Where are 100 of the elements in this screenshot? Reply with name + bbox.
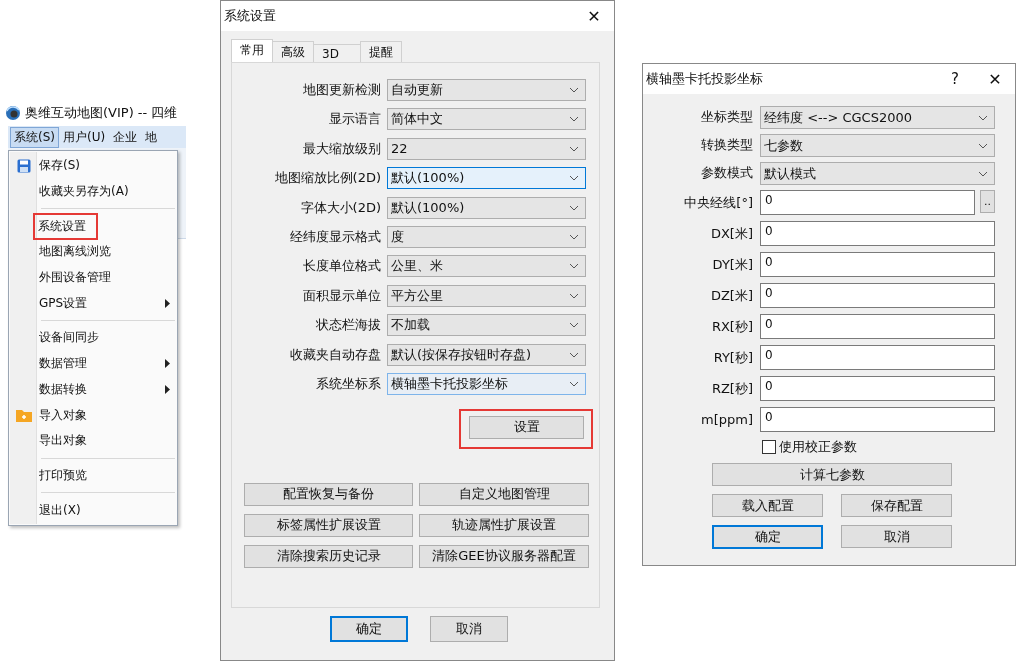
action-button[interactable]: 配置恢复与备份 xyxy=(244,482,413,506)
dropdown[interactable]: 自动更新 xyxy=(387,79,586,101)
input-field[interactable]: 0 xyxy=(760,376,995,401)
action-button[interactable]: 自定义地图管理 xyxy=(419,482,589,506)
dropdown[interactable]: 默认(100%) xyxy=(387,196,586,219)
chevron-down-icon xyxy=(569,204,579,211)
menu-item[interactable]: 设备间同步 xyxy=(39,327,99,349)
cancel-button[interactable]: 取消 xyxy=(429,616,508,642)
chevron-down-icon xyxy=(569,145,579,152)
field-label: 收藏夹自动存盘 xyxy=(289,345,381,364)
ok-button[interactable]: 确定 xyxy=(329,616,408,642)
field-label: 坐标类型 xyxy=(700,108,753,126)
dialog-title: 横轴墨卡托投影坐标 xyxy=(646,70,764,88)
dropdown[interactable]: 平方公里 xyxy=(387,284,586,307)
app-title: 奥维互动地图(VIP) -- 四维 xyxy=(25,104,178,122)
field-label: RY[秒] xyxy=(712,348,753,367)
browse-button[interactable]: .. xyxy=(980,190,995,213)
dialog-button[interactable]: 载入配置 xyxy=(712,494,823,517)
menu-item[interactable]: 系统设置 xyxy=(35,214,96,238)
dropdown[interactable]: 不加载 xyxy=(387,314,586,337)
field-label: 系统坐标系 xyxy=(315,374,381,393)
input-field[interactable]: 0 xyxy=(760,283,995,308)
compute-button[interactable]: 计算七参数 xyxy=(712,463,952,486)
chevron-down-icon xyxy=(569,116,579,123)
dialog-title: 系统设置 xyxy=(224,7,277,25)
menu-item[interactable]: 外围设备管理 xyxy=(39,267,111,289)
menu-item[interactable]: GPS设置 xyxy=(39,292,88,314)
dialog-button[interactable]: 保存配置 xyxy=(841,494,952,517)
checkbox-label: 使用校正参数 xyxy=(779,438,857,456)
input-field[interactable]: 0 xyxy=(760,190,975,215)
field-label: 地图更新检测 xyxy=(302,81,381,99)
input-field[interactable]: 0 xyxy=(760,314,995,339)
input-field[interactable]: 0 xyxy=(760,345,995,370)
field-label: 转换类型 xyxy=(700,136,753,154)
menu-item[interactable]: 打印预览 xyxy=(39,464,87,486)
action-button[interactable]: 清除GEE协议服务器配置 xyxy=(419,544,589,568)
close-button[interactable]: ✕ xyxy=(574,6,614,26)
field-label: 状态栏海拔 xyxy=(315,316,381,335)
menu-bar-item[interactable]: 系统(S) xyxy=(10,126,59,148)
dialog-button[interactable]: 取消 xyxy=(841,525,952,548)
menu-item[interactable]: 导入对象 xyxy=(39,404,87,426)
action-button[interactable]: 标签属性扩展设置 xyxy=(244,513,413,537)
tab[interactable]: 提醒 xyxy=(360,41,402,62)
menu-bar-item[interactable]: 用户(U) xyxy=(59,126,110,148)
menu-item[interactable]: 数据转换 xyxy=(39,378,87,400)
field-label: 参数模式 xyxy=(700,164,753,182)
field-label: RZ[秒] xyxy=(710,379,753,398)
dialog-button[interactable]: 确定 xyxy=(712,525,823,549)
chevron-down-icon xyxy=(569,87,579,93)
dropdown[interactable]: 默认(100%) xyxy=(387,167,586,190)
dropdown[interactable]: 度 xyxy=(387,225,586,248)
chevron-down-icon xyxy=(569,351,579,358)
input-field[interactable]: 0 xyxy=(760,252,995,277)
action-button[interactable]: 轨迹属性扩展设置 xyxy=(419,513,589,537)
chevron-down-icon xyxy=(569,233,579,240)
dropdown[interactable]: 简体中文 xyxy=(387,108,586,131)
chevron-down-icon xyxy=(978,114,988,121)
field-label: 经纬度显示格式 xyxy=(289,227,381,246)
menu-item[interactable]: 数据管理 xyxy=(39,353,87,375)
field-label: RX[秒] xyxy=(710,317,753,336)
folder-icon xyxy=(16,408,32,423)
menu-item[interactable]: 导出对象 xyxy=(39,430,87,452)
dropdown[interactable]: 公里、米 xyxy=(387,255,586,278)
chevron-down-icon xyxy=(569,380,579,387)
tab[interactable]: 常用 xyxy=(231,39,273,62)
chevron-down-icon xyxy=(569,175,579,182)
help-button[interactable]: ? xyxy=(935,70,975,88)
dropdown[interactable]: 经纬度 <--> CGCS2000 xyxy=(760,106,995,129)
menu-item[interactable]: 退出(X) xyxy=(39,499,81,521)
field-label: 最大缩放级别 xyxy=(302,139,381,158)
menu-bar-item[interactable]: 企业 xyxy=(109,126,142,148)
field-label: m[ppm] xyxy=(700,412,753,427)
chevron-down-icon xyxy=(978,142,988,149)
field-label: 面积显示单位 xyxy=(302,286,381,305)
dropdown[interactable]: 22 xyxy=(387,137,586,160)
setup-button[interactable]: 设置 xyxy=(469,415,584,439)
dropdown[interactable]: 默认(按保存按钮时存盘) xyxy=(387,343,586,366)
chevron-down-icon xyxy=(569,292,579,299)
chevron-down-icon xyxy=(978,170,988,177)
checkbox[interactable] xyxy=(762,440,776,454)
dropdown[interactable]: 横轴墨卡托投影坐标 xyxy=(387,372,586,395)
field-label: DY[米] xyxy=(711,255,753,274)
chevron-down-icon xyxy=(569,322,579,329)
close-button[interactable]: ✕ xyxy=(975,69,1015,89)
chevron-down-icon xyxy=(569,263,579,270)
input-field[interactable]: 0 xyxy=(760,407,995,432)
menu-bar-item[interactable]: 地 xyxy=(141,126,162,148)
field-label: DX[米] xyxy=(709,224,753,243)
action-button[interactable]: 清除搜索历史记录 xyxy=(244,544,413,568)
field-label: 中央经线[°] xyxy=(683,193,753,212)
menu-item[interactable]: 地图离线浏览 xyxy=(39,241,111,263)
field-label: 地图缩放比例(2D) xyxy=(273,169,381,188)
input-field[interactable]: 0 xyxy=(760,221,995,246)
menu-item[interactable]: 保存(S) xyxy=(39,155,80,177)
logo-icon xyxy=(5,105,21,121)
field-label: DZ[米] xyxy=(709,286,753,305)
dropdown[interactable]: 默认模式 xyxy=(760,162,995,185)
field-label: 长度单位格式 xyxy=(302,257,381,276)
menu-item[interactable]: 收藏夹另存为(A) xyxy=(39,181,129,203)
dropdown[interactable]: 七参数 xyxy=(760,134,995,157)
